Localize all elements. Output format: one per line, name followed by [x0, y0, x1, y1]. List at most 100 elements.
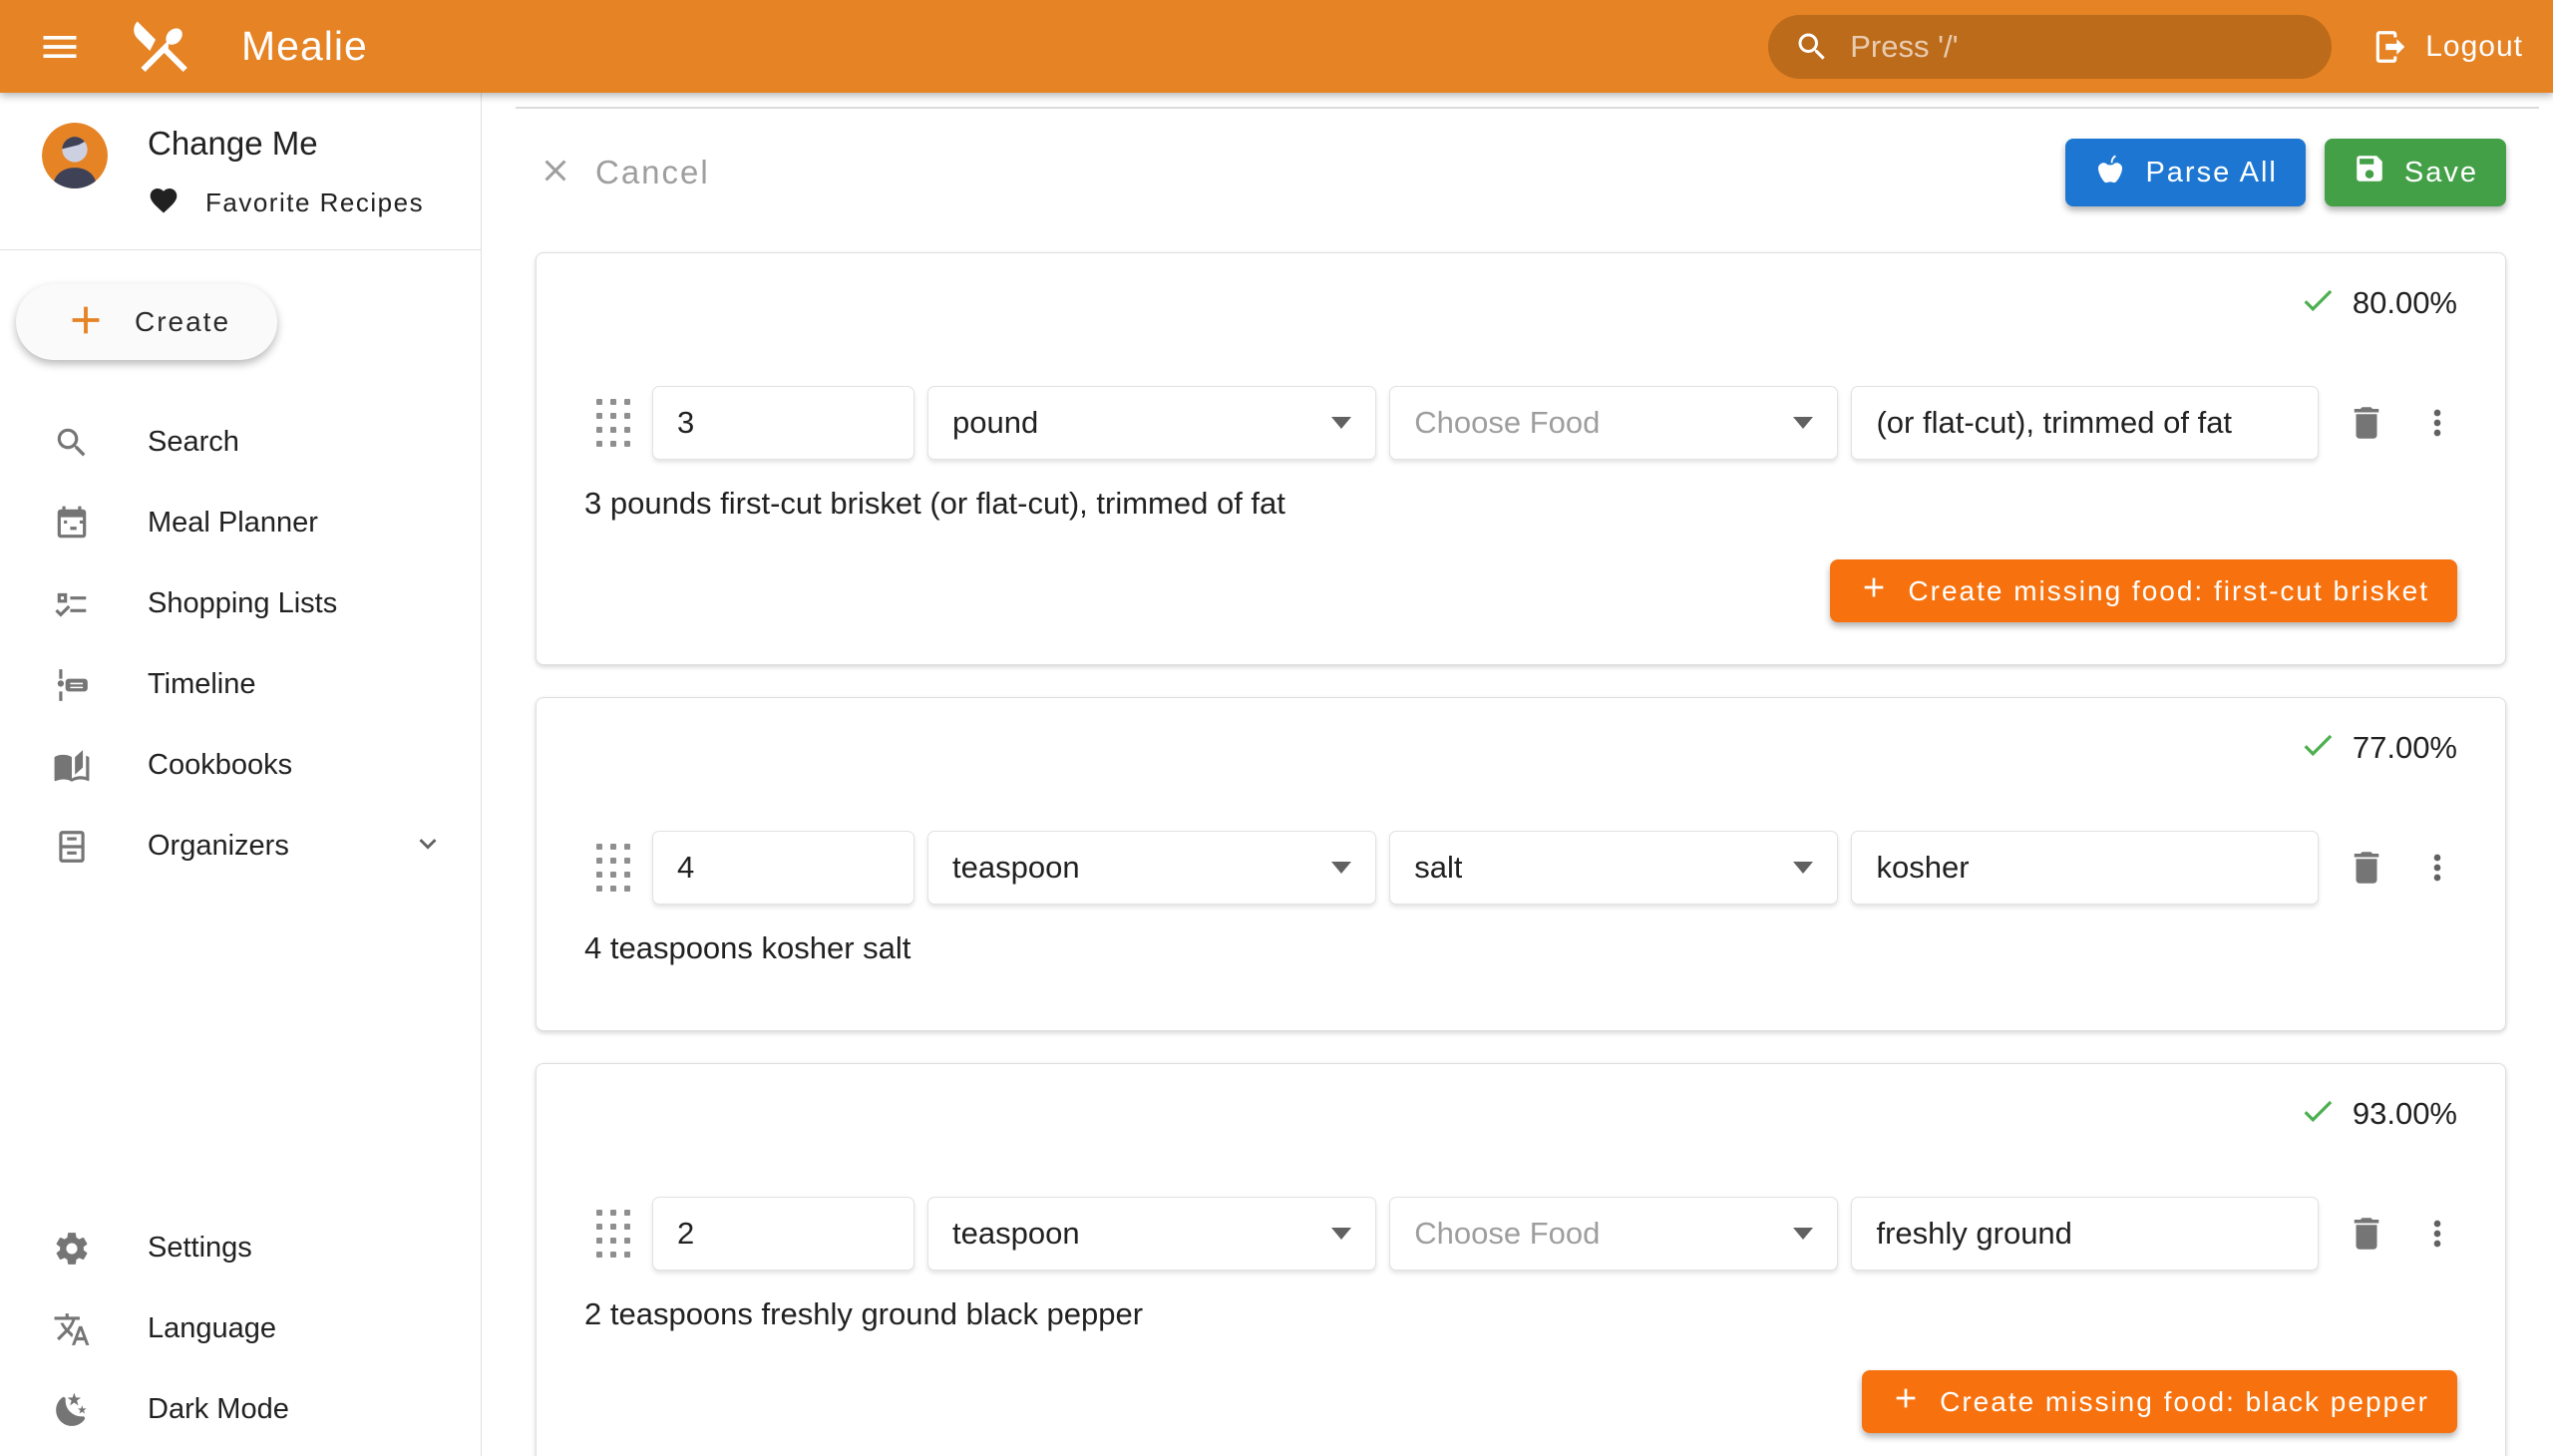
row-actions [2346, 402, 2457, 444]
logout-label: Logout [2425, 30, 2523, 64]
sidebar-footer-nav: Settings Language Dark Mode [0, 1182, 481, 1456]
note-input[interactable] [1851, 1197, 2319, 1271]
missing-food-row: Create missing food: black pepper [584, 1370, 2457, 1433]
scrolled-content-edge [516, 93, 2539, 109]
original-ingredient-text: 4 teaspoons kosher salt [584, 930, 2457, 966]
dropdown-caret-icon [1793, 417, 1813, 429]
confidence-row: 77.00% [584, 726, 2457, 769]
food-select[interactable]: Choose Food [1389, 1197, 1838, 1271]
ingredient-fields-row: teaspoon salt [596, 831, 2457, 905]
ingredient-fields-row: teaspoon Choose Food [596, 1197, 2457, 1271]
trash-icon[interactable] [2346, 847, 2387, 889]
search-input[interactable]: Press '/' [1768, 15, 2332, 79]
plus-icon [1890, 1382, 1922, 1421]
main-content: Cancel Parse All Save [482, 93, 2553, 1456]
create-missing-food-label: Create missing food: first-cut brisket [1908, 575, 2429, 607]
unit-select[interactable]: pound [927, 386, 1376, 460]
ingredient-fields-row: pound Choose Food [596, 386, 2457, 460]
favorite-recipes-link[interactable]: Favorite Recipes [148, 184, 424, 221]
sidebar-item-language[interactable]: Language [0, 1288, 481, 1369]
parse-all-button[interactable]: Parse All [2065, 139, 2305, 206]
confidence-value: 77.00% [2353, 730, 2457, 766]
unit-value: teaspoon [952, 1216, 1080, 1252]
food-select[interactable]: salt [1389, 831, 1838, 905]
food-value: salt [1414, 850, 1462, 886]
avatar[interactable] [42, 123, 108, 188]
magnify-icon [52, 424, 92, 462]
gear-icon [52, 1230, 92, 1268]
dropdown-caret-icon [1331, 417, 1351, 429]
original-ingredient-text: 2 teaspoons freshly ground black pepper [584, 1296, 2457, 1332]
kebab-menu-icon[interactable] [2417, 403, 2457, 443]
check-icon [2299, 281, 2337, 324]
quantity-input[interactable] [652, 1197, 914, 1271]
food-select[interactable]: Choose Food [1389, 386, 1838, 460]
dropdown-caret-icon [1793, 1228, 1813, 1240]
hamburger-menu-icon[interactable] [36, 23, 84, 71]
trash-icon[interactable] [2346, 402, 2387, 444]
translate-icon [52, 1310, 92, 1348]
sidebar-item-label: Language [148, 1312, 445, 1345]
apple-icon [2093, 152, 2127, 193]
sidebar-item-label: Organizers [148, 830, 411, 863]
parser-toolbar: Cancel Parse All Save [538, 139, 2506, 206]
ingredient-cards: 80.00% pound Choose Food [536, 252, 2506, 1456]
app-bar: Mealie Press '/' Logout [0, 0, 2553, 93]
sidebar-spacer [0, 887, 481, 1182]
confidence-row: 80.00% [584, 281, 2457, 324]
note-input[interactable] [1851, 386, 2319, 460]
calendar-icon [52, 505, 92, 543]
sidebar-item-meal-planner[interactable]: Meal Planner [0, 483, 481, 563]
food-placeholder: Choose Food [1414, 405, 1600, 441]
sidebar-item-shopping-lists[interactable]: Shopping Lists [0, 563, 481, 644]
sidebar-item-cookbooks[interactable]: Cookbooks [0, 725, 481, 806]
chevron-down-icon [411, 827, 445, 866]
kebab-menu-icon[interactable] [2417, 1214, 2457, 1254]
user-block[interactable]: Change Me Favorite Recipes [0, 93, 481, 250]
logout-button[interactable]: Logout [2371, 28, 2523, 66]
file-cabinet-icon [52, 828, 92, 866]
dropdown-caret-icon [1793, 862, 1813, 874]
create-button[interactable]: Create [16, 284, 277, 360]
create-missing-food-button[interactable]: Create missing food: black pepper [1862, 1370, 2457, 1433]
sidebar-item-timeline[interactable]: Timeline [0, 644, 481, 725]
original-ingredient-text: 3 pounds first-cut brisket (or flat-cut)… [584, 486, 2457, 522]
plus-icon [63, 297, 109, 348]
ingredient-card: 77.00% teaspoon salt [536, 697, 2506, 1031]
favorites-label: Favorite Recipes [205, 187, 424, 218]
check-icon [2299, 726, 2337, 769]
confidence-value: 80.00% [2353, 285, 2457, 321]
kebab-menu-icon[interactable] [2417, 848, 2457, 888]
sidebar-item-dark-mode[interactable]: Dark Mode [0, 1369, 481, 1450]
save-button[interactable]: Save [2325, 139, 2506, 206]
trash-icon[interactable] [2346, 1213, 2387, 1255]
create-missing-food-button[interactable]: Create missing food: first-cut brisket [1830, 559, 2457, 622]
sidebar: Change Me Favorite Recipes Create [0, 93, 482, 1456]
sidebar-item-label: Dark Mode [148, 1393, 445, 1426]
create-missing-food-label: Create missing food: black pepper [1940, 1386, 2429, 1418]
sidebar-nav: Search Meal Planner Shopping Lists Timel… [0, 376, 481, 887]
drag-handle-icon[interactable] [596, 399, 630, 447]
quantity-input[interactable] [652, 831, 914, 905]
note-input[interactable] [1851, 831, 2319, 905]
dropdown-caret-icon [1331, 1228, 1351, 1240]
cancel-button[interactable]: Cancel [538, 153, 710, 193]
unit-value: teaspoon [952, 850, 1080, 886]
unit-select[interactable]: teaspoon [927, 1197, 1376, 1271]
heart-icon [148, 184, 180, 221]
sidebar-item-settings[interactable]: Settings [0, 1208, 481, 1288]
save-icon [2353, 152, 2386, 193]
sidebar-item-organizers[interactable]: Organizers [0, 806, 481, 887]
row-actions [2346, 847, 2457, 889]
unit-select[interactable]: teaspoon [927, 831, 1376, 905]
logout-icon [2371, 28, 2409, 66]
mealie-logo-icon[interactable] [126, 11, 197, 83]
ingredient-card: 93.00% teaspoon Choose Food [536, 1063, 2506, 1456]
confidence-value: 93.00% [2353, 1096, 2457, 1132]
dropdown-caret-icon [1331, 862, 1351, 874]
drag-handle-icon[interactable] [596, 844, 630, 892]
food-placeholder: Choose Food [1414, 1216, 1600, 1252]
drag-handle-icon[interactable] [596, 1210, 630, 1258]
quantity-input[interactable] [652, 386, 914, 460]
sidebar-item-search[interactable]: Search [0, 402, 481, 483]
